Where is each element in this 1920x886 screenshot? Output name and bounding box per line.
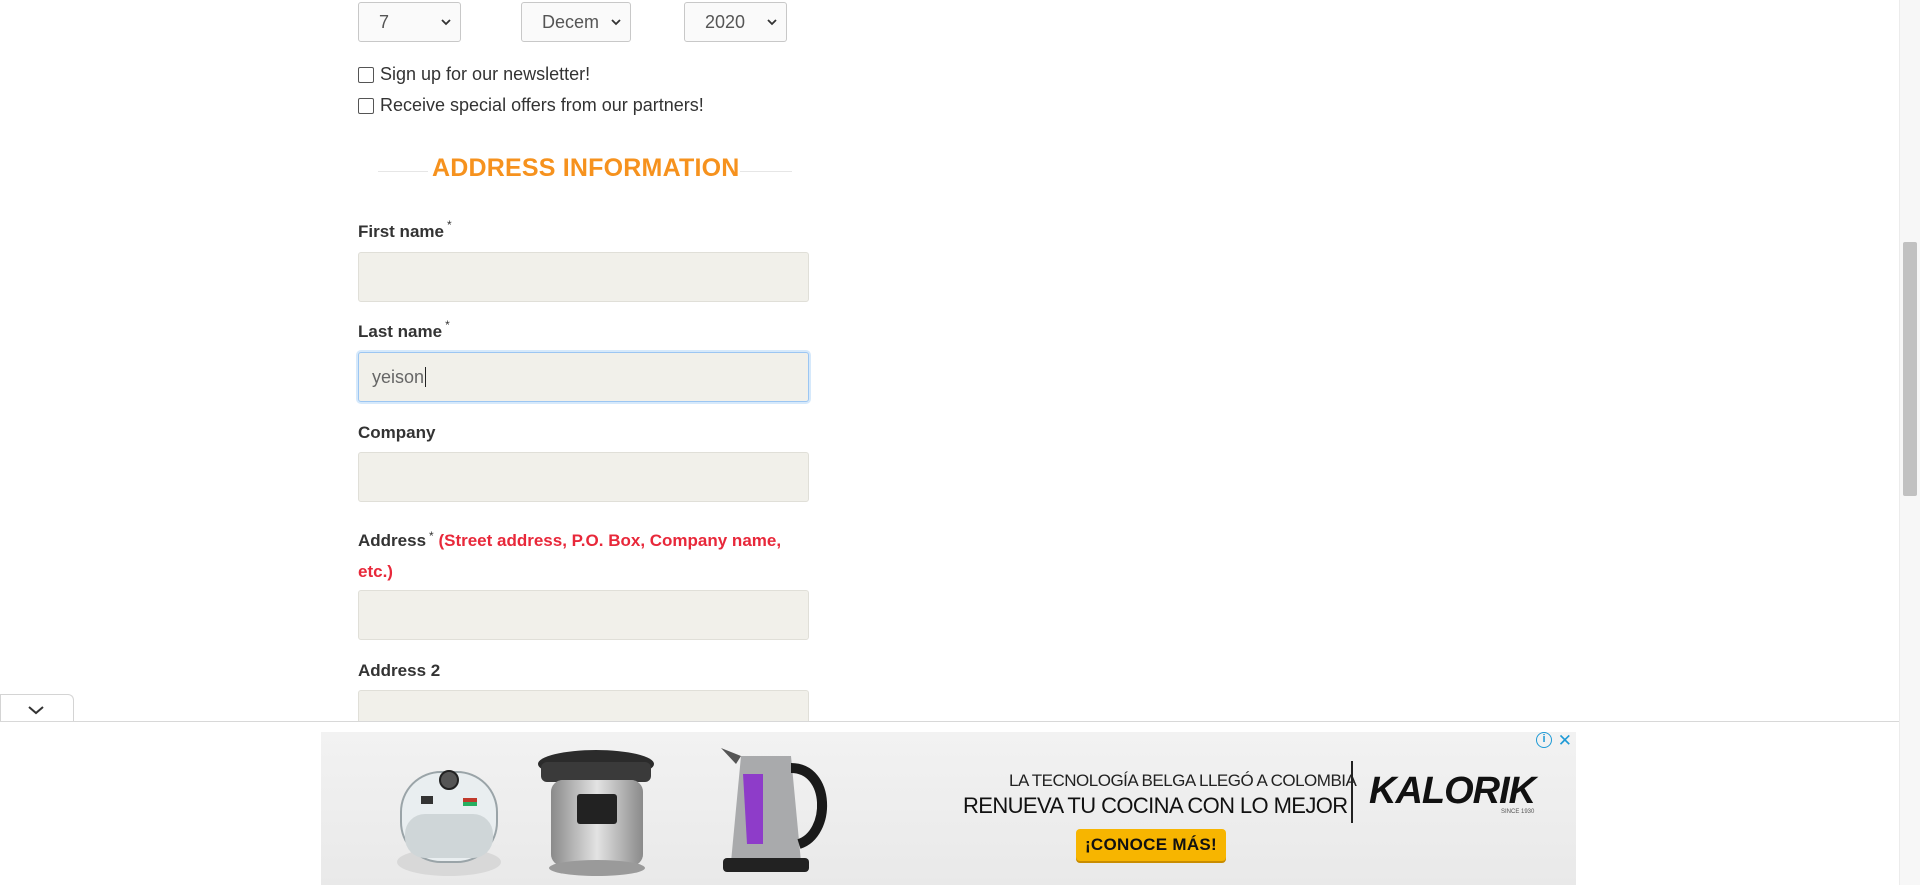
ad-tagline: LA TECNOLOGÍA BELGA LLEGÓ A COLOMBIA [1009,771,1357,790]
company-label: Company [358,423,436,442]
address-label: Address [358,531,427,550]
offers-checkbox[interactable] [358,97,374,114]
first-name-label: First name [358,222,444,241]
scrollbar-thumb[interactable] [1903,242,1917,496]
required-mark: * [446,218,452,232]
ad-brand-logo: KALORIK [1369,770,1536,812]
first-name-input[interactable] [358,252,809,302]
chevron-down-icon [28,706,44,715]
ad-brand-sub: SINCE 1930 [1501,809,1535,815]
address-input[interactable] [358,590,809,640]
page-scrollbar[interactable] [1899,0,1920,885]
ad-info-icon[interactable]: i [1536,732,1552,748]
last-name-label-row: Last name * [358,318,450,342]
address-section-title: ADDRESS INFORMATION [432,154,740,182]
newsletter-checkbox[interactable] [358,66,374,83]
heading-divider-left [378,171,428,172]
ad-collapse-button[interactable] [0,694,74,724]
dob-year-value: 2020 [705,11,746,32]
last-name-label: Last name [358,322,443,341]
chevron-down-icon [441,19,451,26]
ad-divider [1351,761,1353,823]
heading-divider-right [740,171,792,172]
last-name-value: yeison [372,366,425,387]
chevron-down-icon [611,19,621,26]
ad-banner[interactable]: LA TECNOLOGÍA BELGA LLEGÓ A COLOMBIA REN… [321,732,1576,885]
dob-day-value: 7 [379,11,390,32]
address2-label: Address 2 [358,661,441,680]
offers-option[interactable]: Receive special offers from our partners… [358,95,704,116]
dob-month-value: Decem [542,11,600,32]
text-caret [425,367,427,387]
chevron-down-icon [767,19,777,26]
address-label-row: Address * (Street address, P.O. Box, Comp… [358,525,818,587]
dob-month-select[interactable]: Decem [521,2,631,42]
newsletter-option[interactable]: Sign up for our newsletter! [358,64,590,85]
ad-cta-button[interactable]: ¡CONOCE MÁS! [1076,829,1226,861]
company-label-row: Company [358,423,435,443]
ad-close-icon[interactable]: ✕ [1558,732,1572,751]
last-name-input[interactable]: yeison [358,352,809,402]
newsletter-label: Sign up for our newsletter! [380,64,591,84]
company-input[interactable] [358,452,809,502]
ad-headline: RENUEVA TU COCINA CON LO MEJOR [963,793,1348,818]
dob-year-select[interactable]: 2020 [684,2,787,42]
ad-products-image [397,748,827,876]
address2-label-row: Address 2 [358,661,440,681]
dob-day-select[interactable]: 7 [358,2,461,42]
required-mark: * [429,529,434,543]
offers-label: Receive special offers from our partners… [380,95,704,115]
required-mark: * [445,318,450,332]
first-name-label-row: First name * [358,218,452,242]
